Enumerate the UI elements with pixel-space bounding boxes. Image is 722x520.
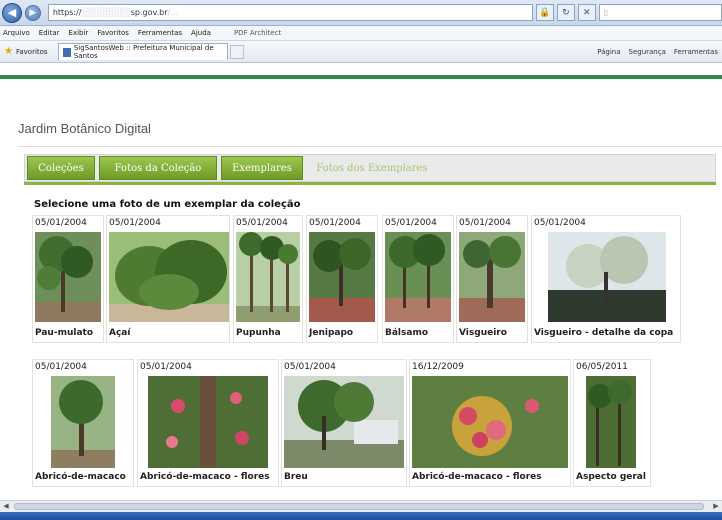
instruction-text: Selecione uma foto de um exemplar da col…: [34, 199, 301, 210]
photo-date: 05/01/2004: [236, 218, 288, 228]
scrollbar-thumb[interactable]: [14, 503, 704, 510]
refresh-icon[interactable]: ↻: [556, 4, 575, 21]
menu-favoritos[interactable]: Favoritos: [97, 29, 129, 37]
tool-pagina[interactable]: Página: [597, 48, 620, 56]
photo-jenipapo[interactable]: [309, 232, 375, 322]
page-icon: [62, 47, 71, 57]
browser-address-bar: ◀ ▶ https:// ░░░░░░░░ sp.gov.br /... 🔒 ↻…: [0, 0, 722, 26]
photo-caption: Visgueiro - detalhe da copa: [534, 328, 674, 338]
photo-card[interactable]: 05/01/2004 Pupunha: [233, 215, 303, 343]
new-tab-button[interactable]: [229, 44, 244, 59]
photo-card[interactable]: 05/01/2004 Breu: [281, 359, 407, 487]
photo-card[interactable]: 05/01/2004 Açaí: [106, 215, 230, 343]
page-content: Jardim Botânico Digital Coleções Fotos d…: [0, 63, 722, 500]
favorites-button[interactable]: ★ Favoritos: [0, 41, 52, 62]
address-protocol: https://: [52, 8, 82, 17]
forward-button[interactable]: ▶: [24, 4, 41, 21]
address-domain: sp.gov.br: [130, 8, 168, 17]
photo-visgueiro[interactable]: [459, 232, 525, 322]
photo-caption: Visgueiro: [459, 328, 507, 338]
photo-date: 05/01/2004: [385, 218, 437, 228]
photo-visgueiro-copa[interactable]: [548, 232, 666, 322]
photo-date: 05/01/2004: [109, 218, 161, 228]
tool-seguranca[interactable]: Segurança: [629, 48, 666, 56]
photo-card[interactable]: 05/01/2004 Bálsamo: [382, 215, 454, 343]
photo-card[interactable]: 05/01/2004 Abricó-de-macaco - flores: [137, 359, 279, 487]
photo-caption: Breu: [284, 472, 308, 482]
photo-balsamo[interactable]: [385, 232, 451, 322]
favorites-label: Favoritos: [15, 47, 48, 56]
photo-caption: Abricó-de-macaco - flores: [412, 472, 542, 482]
address-field[interactable]: https:// ░░░░░░░░ sp.gov.br /...: [47, 4, 533, 21]
site-title: Jardim Botânico Digital: [18, 121, 151, 136]
photo-acai[interactable]: [109, 232, 229, 322]
pdf-toolbar[interactable]: PDF Architect: [234, 29, 281, 37]
favorites-bar: ★ Favoritos SigSantosWeb :: Prefeitura M…: [0, 41, 722, 63]
browser-tab[interactable]: SigSantosWeb :: Prefeitura Municipal de …: [57, 43, 228, 60]
tab-exemplares[interactable]: Exemplares: [221, 156, 303, 180]
tab-fotos-da-colecao[interactable]: Fotos da Coleção: [99, 156, 217, 180]
tab-underline: [24, 182, 716, 185]
photo-card[interactable]: 05/01/2004 Jenipapo: [306, 215, 378, 343]
command-bar: Página Segurança Ferramentas: [597, 48, 722, 56]
star-icon: ★: [4, 46, 13, 57]
photo-date: 05/01/2004: [534, 218, 586, 228]
photo-date: 05/01/2004: [459, 218, 511, 228]
menu-arquivo[interactable]: Arquivo: [3, 29, 30, 37]
tab-colecoes[interactable]: Coleções: [27, 156, 95, 180]
menu-ajuda[interactable]: Ajuda: [191, 29, 211, 37]
photo-card[interactable]: 06/05/2011 Aspecto geral: [573, 359, 651, 487]
photo-aspecto-geral[interactable]: [586, 376, 636, 468]
photo-caption: Pau-mulato: [35, 328, 93, 338]
photo-card[interactable]: 05/01/2004 Visgueiro - detalhe da copa: [531, 215, 681, 343]
photo-pupunha[interactable]: [236, 232, 300, 322]
photo-card[interactable]: 05/01/2004 Abricó-de-macaco: [32, 359, 134, 487]
photo-caption: Jenipapo: [309, 328, 354, 338]
lock-icon[interactable]: 🔒: [535, 4, 554, 21]
tab-bar: Coleções Fotos da Coleção Exemplares Fot…: [24, 154, 716, 182]
photo-date: 05/01/2004: [309, 218, 361, 228]
menu-exibir[interactable]: Exibir: [69, 29, 89, 37]
menu-ferramentas[interactable]: Ferramentas: [138, 29, 182, 37]
photo-caption: Açaí: [109, 328, 131, 338]
photo-caption: Aspecto geral: [576, 472, 646, 482]
search-box[interactable]: ▯: [598, 4, 722, 21]
photo-card[interactable]: 05/01/2004 Pau-mulato: [32, 215, 104, 343]
horizontal-scrollbar[interactable]: ◀ ▶: [0, 500, 722, 512]
photo-abrico-de-macaco[interactable]: [51, 376, 115, 468]
photo-breu[interactable]: [284, 376, 404, 468]
photo-abrico-flores-2009[interactable]: [412, 376, 568, 468]
scroll-left-icon[interactable]: ◀: [0, 501, 12, 512]
photo-pau-mulato[interactable]: [35, 232, 101, 322]
taskbar: [0, 512, 722, 520]
menu-bar: Arquivo Editar Exibir Favoritos Ferramen…: [0, 26, 722, 41]
photo-date: 06/05/2011: [576, 362, 628, 372]
photo-date: 05/01/2004: [140, 362, 192, 372]
photo-caption: Abricó-de-macaco: [35, 472, 126, 482]
photo-date: 05/01/2004: [35, 362, 87, 372]
header-line: [0, 75, 722, 79]
menu-editar[interactable]: Editar: [39, 29, 60, 37]
photo-abrico-flores[interactable]: [148, 376, 268, 468]
photo-card[interactable]: 05/01/2004 Visgueiro: [456, 215, 528, 343]
scroll-right-icon[interactable]: ▶: [710, 501, 722, 512]
title-divider: [18, 146, 722, 147]
stop-icon[interactable]: ✕: [577, 4, 596, 21]
tab-fotos-dos-exemplares[interactable]: Fotos dos Exemplares: [307, 156, 437, 180]
photo-card[interactable]: 16/12/2009 Abricó-de-macaco - flores: [409, 359, 571, 487]
photo-date: 16/12/2009: [412, 362, 464, 372]
tool-ferramentas[interactable]: Ferramentas: [674, 48, 718, 56]
photo-caption: Abricó-de-macaco - flores: [140, 472, 270, 482]
address-path: /...: [167, 8, 178, 17]
browser-tab-title: SigSantosWeb :: Prefeitura Municipal de …: [73, 44, 214, 60]
photo-date: 05/01/2004: [35, 218, 87, 228]
photo-caption: Bálsamo: [385, 328, 429, 338]
browser-window: { "browser": { "address_text": "https://…: [0, 0, 722, 520]
back-button[interactable]: ◀: [2, 2, 22, 23]
photo-date: 05/01/2004: [284, 362, 336, 372]
photo-caption: Pupunha: [236, 328, 281, 338]
